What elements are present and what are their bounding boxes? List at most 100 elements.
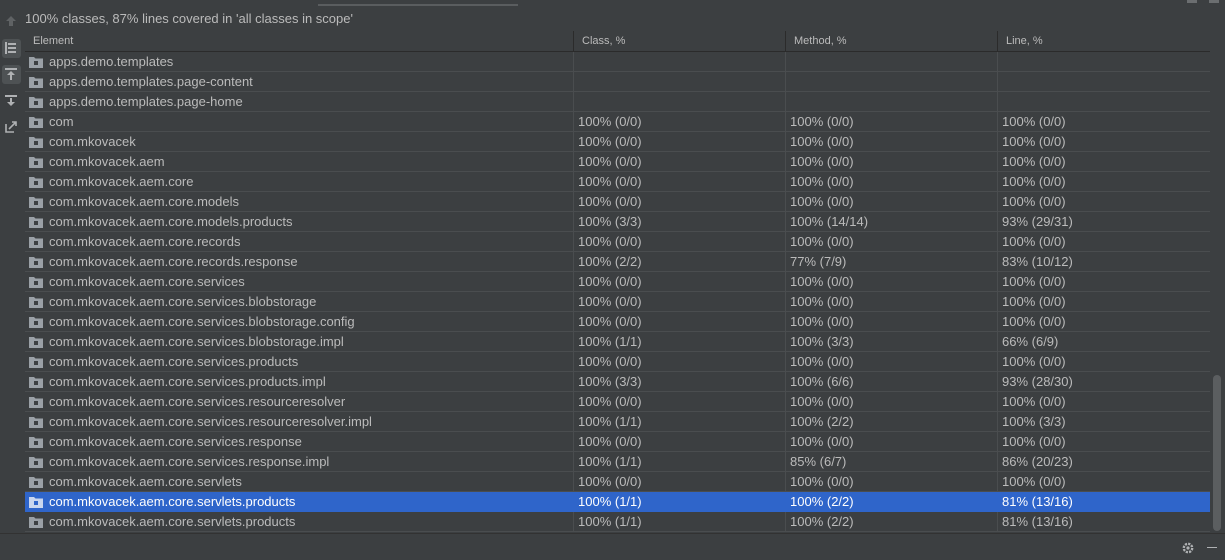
- line-coverage: 81% (13/16): [1002, 514, 1073, 529]
- class-coverage: 100% (0/0): [574, 432, 786, 451]
- line-coverage: 100% (0/0): [1002, 394, 1066, 409]
- table-row[interactable]: com.mkovacek 100% (0/0) 100% (0/0) 100% (0/…: [25, 132, 1210, 152]
- method-coverage: 100% (0/0): [786, 272, 998, 291]
- class-coverage: 100% (0/0): [574, 152, 786, 171]
- element-name: apps.demo.templates: [49, 54, 174, 69]
- element-cell: com.mkovacek.aem.core.records: [25, 232, 574, 251]
- element-cell: com.mkovacek.aem: [25, 152, 574, 171]
- table-row[interactable]: apps.demo.templates.page-content: [25, 72, 1210, 92]
- vertical-scrollbar[interactable]: [1210, 51, 1224, 532]
- element-name: com.mkovacek.aem: [49, 154, 165, 169]
- column-header-class[interactable]: Class, %: [574, 31, 786, 51]
- table-row[interactable]: com.mkovacek.aem.core 100% (0/0) 100% (0/0…: [25, 172, 1210, 192]
- element-name: com.mkovacek: [49, 134, 136, 149]
- element-name: com.mkovacek.aem.core.services.products.…: [49, 374, 326, 389]
- column-header-line[interactable]: Line, %: [998, 31, 1210, 51]
- element-name: com: [49, 114, 74, 129]
- table-row[interactable]: com.mkovacek.aem.core.services.products.…: [25, 372, 1210, 392]
- method-coverage: 100% (6/6): [786, 372, 998, 391]
- method-coverage: 85% (6/7): [786, 452, 998, 471]
- package-folder-icon: [29, 336, 43, 348]
- method-coverage: 100% (2/2): [786, 412, 998, 431]
- flatten-packages-icon: [5, 42, 16, 54]
- column-header-element[interactable]: Element: [25, 31, 574, 51]
- table-body: apps.demo.templates apps.demo.templates.p…: [25, 52, 1210, 532]
- method-coverage: 100% (3/3): [786, 332, 998, 351]
- element-name: com.mkovacek.aem.core.records: [49, 234, 241, 249]
- method-coverage: 100% (0/0): [786, 352, 998, 371]
- tool-window-option[interactable]: [1187, 0, 1197, 3]
- package-folder-icon: [29, 216, 43, 228]
- table-row[interactable]: com.mkovacek.aem.core.servlets 100% (0/0)…: [25, 472, 1210, 492]
- table-row[interactable]: com.mkovacek.aem.core.services.response.…: [25, 452, 1210, 472]
- package-folder-icon: [29, 296, 43, 308]
- element-cell: com.mkovacek.aem.core.servlets: [25, 472, 574, 491]
- table-row[interactable]: com.mkovacek.aem.core.services 100% (0/0)…: [25, 272, 1210, 292]
- table-row[interactable]: com.mkovacek.aem.core.services.resourcer…: [25, 412, 1210, 432]
- table-row[interactable]: com.mkovacek.aem.core.services.products 1…: [25, 352, 1210, 372]
- gear-icon[interactable]: [1181, 541, 1195, 555]
- table-row[interactable]: com.mkovacek.aem.core.servlets.products 1…: [25, 512, 1210, 532]
- navigate-up-button[interactable]: [2, 12, 21, 31]
- generate-report-icon: [5, 95, 17, 106]
- element-cell: com: [25, 112, 574, 131]
- method-coverage: 100% (0/0): [786, 132, 998, 151]
- export-button[interactable]: [2, 118, 21, 137]
- table-row[interactable]: com.mkovacek.aem.core.services.response 1…: [25, 432, 1210, 452]
- class-coverage: 100% (1/1): [574, 452, 786, 471]
- import-button[interactable]: [2, 65, 21, 84]
- package-folder-icon: [29, 236, 43, 248]
- table-row[interactable]: com.mkovacek.aem.core.servlets.products 1…: [25, 492, 1210, 512]
- table-row[interactable]: com 100% (0/0) 100% (0/0) 100% (0/0): [25, 112, 1210, 132]
- coverage-table: Element Class, % Method, % Line, % apps.…: [25, 31, 1224, 532]
- class-coverage: [574, 52, 786, 71]
- package-folder-icon: [29, 196, 43, 208]
- class-coverage: 100% (0/0): [574, 112, 786, 131]
- element-name: apps.demo.templates.page-content: [49, 74, 253, 89]
- tab-indicator: [318, 4, 518, 6]
- package-folder-icon: [29, 136, 43, 148]
- export-icon: [5, 121, 17, 133]
- element-name: apps.demo.templates.page-home: [49, 94, 243, 109]
- import-icon: [5, 68, 17, 80]
- package-folder-icon: [29, 96, 43, 108]
- element-name: com.mkovacek.aem.core.services.blobstora…: [49, 314, 355, 329]
- package-folder-icon: [29, 76, 43, 88]
- package-folder-icon: [29, 316, 43, 328]
- scrollbar-thumb[interactable]: [1213, 375, 1221, 531]
- bottom-bar: [0, 533, 1225, 560]
- table-row[interactable]: apps.demo.templates: [25, 52, 1210, 72]
- table-row[interactable]: com.mkovacek.aem.core.services.blobstora…: [25, 332, 1210, 352]
- line-coverage: 100% (0/0): [1002, 114, 1066, 129]
- class-coverage: 100% (0/0): [574, 172, 786, 191]
- table-row[interactable]: apps.demo.templates.page-home: [25, 92, 1210, 112]
- table-row[interactable]: com.mkovacek.aem.core.models.products 100…: [25, 212, 1210, 232]
- table-row[interactable]: com.mkovacek.aem.core.records.response 10…: [25, 252, 1210, 272]
- element-name: com.mkovacek.aem.core.services.resourcer…: [49, 394, 346, 409]
- class-coverage: 100% (1/1): [574, 492, 786, 511]
- element-name: com.mkovacek.aem.core.services.products: [49, 354, 299, 369]
- table-row[interactable]: com.mkovacek.aem.core.services.blobstora…: [25, 312, 1210, 332]
- table-row[interactable]: com.mkovacek.aem.core.services.blobstora…: [25, 292, 1210, 312]
- class-coverage: 100% (3/3): [574, 372, 786, 391]
- table-row[interactable]: com.mkovacek.aem.core.services.resourcer…: [25, 392, 1210, 412]
- table-row[interactable]: com.mkovacek.aem.core.models 100% (0/0) 10…: [25, 192, 1210, 212]
- table-row[interactable]: com.mkovacek.aem 100% (0/0) 100% (0/0) 100%…: [25, 152, 1210, 172]
- line-coverage: 100% (0/0): [1002, 354, 1066, 369]
- generate-report-button[interactable]: [2, 92, 21, 111]
- coverage-toolbar: [0, 8, 23, 532]
- method-coverage: 100% (0/0): [786, 152, 998, 171]
- tool-window-hide[interactable]: [1209, 0, 1219, 3]
- element-cell: com.mkovacek.aem.core.services: [25, 272, 574, 291]
- class-coverage: [574, 92, 786, 111]
- table-row[interactable]: com.mkovacek.aem.core.records 100% (0/0) 1…: [25, 232, 1210, 252]
- package-folder-icon: [29, 416, 43, 428]
- method-coverage: 100% (0/0): [786, 392, 998, 411]
- element-cell: apps.demo.templates.page-home: [25, 92, 574, 111]
- line-coverage: 93% (29/31): [1002, 214, 1073, 229]
- column-header-method[interactable]: Method, %: [786, 31, 998, 51]
- flatten-packages-button[interactable]: [2, 39, 21, 58]
- minimize-icon[interactable]: [1207, 547, 1217, 548]
- class-coverage: 100% (0/0): [574, 292, 786, 311]
- element-cell: com.mkovacek.aem.core: [25, 172, 574, 191]
